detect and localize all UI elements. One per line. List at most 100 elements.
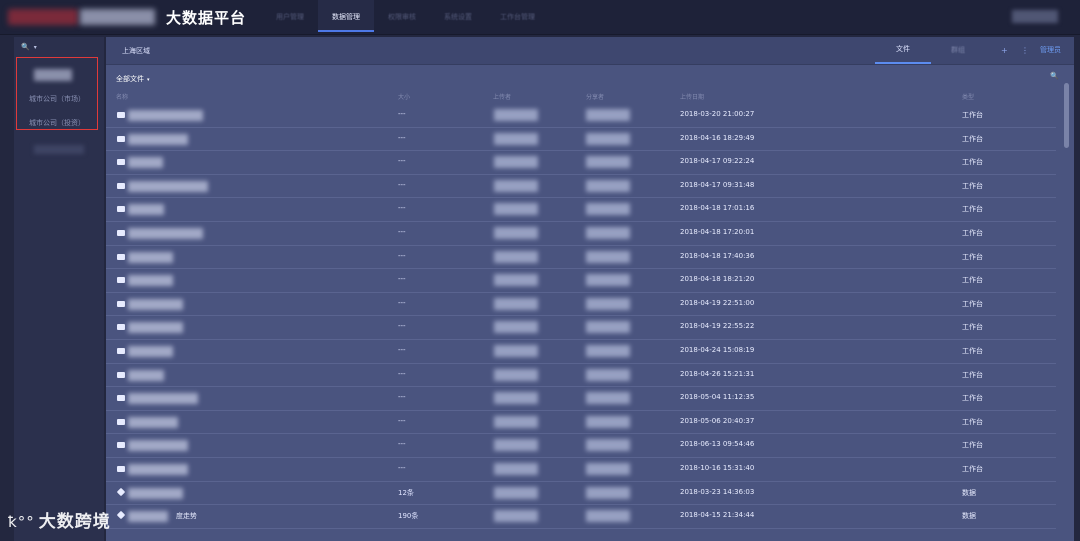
table-row[interactable]: --- 2018-05-04 11:12:35 工作台	[106, 386, 1056, 411]
file-name-redacted[interactable]	[128, 464, 188, 475]
sidebar-search[interactable]: 🔍 ▾	[21, 42, 37, 52]
file-name-redacted[interactable]	[128, 157, 163, 169]
uploader-redacted	[494, 297, 538, 310]
sharer-redacted	[586, 368, 630, 381]
uploader-redacted	[494, 439, 538, 452]
file-name-redacted[interactable]	[128, 275, 173, 287]
table-row[interactable]: --- 2018-04-17 09:22:24 工作台	[106, 150, 1056, 175]
table-row[interactable]: 12条 2018-03-23 14:36:03 数据	[106, 481, 1056, 506]
table-row[interactable]: --- 2018-04-19 22:55:22 工作台	[106, 315, 1056, 340]
table-row[interactable]: --- 2018-04-19 22:51:00 工作台	[106, 292, 1056, 317]
file-size: ---	[398, 110, 406, 118]
search-icon[interactable]: 🔍	[1050, 72, 1059, 80]
tab-groups[interactable]: 群组	[951, 37, 965, 64]
uploader-redacted	[494, 179, 538, 192]
file-size: ---	[398, 369, 406, 378]
scrollbar-track[interactable]	[1064, 83, 1069, 539]
sidebar-item-redacted-2[interactable]	[34, 145, 84, 154]
file-name-redacted[interactable]	[128, 110, 203, 121]
scrollbar-thumb[interactable]	[1064, 83, 1069, 148]
file-name-redacted[interactable]	[128, 346, 173, 357]
nav-permissions[interactable]: 权限审核	[374, 0, 430, 34]
nav-users[interactable]: 用户管理	[262, 0, 318, 34]
file-name-redacted[interactable]	[128, 393, 198, 405]
file-name-redacted[interactable]	[128, 487, 183, 499]
file-icon	[117, 277, 125, 284]
file-type: 工作台	[962, 347, 983, 355]
file-size: ---	[398, 228, 406, 236]
file-size: ---	[398, 204, 406, 213]
table-row[interactable]: --- 2018-04-18 18:21:20 工作台	[106, 268, 1056, 293]
column-header-type[interactable]: 类型	[962, 92, 974, 101]
table-row[interactable]: --- 2018-06-13 09:54:46 工作台	[106, 433, 1056, 458]
sharer-redacted	[586, 345, 630, 357]
sidebar-item-city-market[interactable]: 城市公司（市场）	[29, 94, 85, 104]
watermark-text: 大数跨境	[38, 512, 111, 532]
top-bar: 大数据平台 用户管理 数据管理 权限审核 系统设置 工作台管理	[0, 0, 1080, 35]
file-size: ---	[398, 251, 406, 260]
table-row[interactable]: --- 2018-04-16 18:29:49 工作台	[106, 127, 1056, 152]
file-name-redacted[interactable]	[128, 180, 208, 192]
file-name-redacted[interactable]	[128, 133, 188, 145]
admin-link[interactable]: 管理员	[1040, 37, 1061, 64]
file-name-redacted[interactable]	[128, 228, 203, 239]
nav-settings[interactable]: 系统设置	[430, 0, 486, 34]
table-row[interactable]: --- 2018-03-20 21:00:27 工作台	[106, 103, 1056, 128]
table-row[interactable]: --- 2018-04-17 09:31:48 工作台	[106, 174, 1056, 199]
dataset-icon	[116, 510, 126, 520]
column-header-size[interactable]: 大小	[398, 92, 410, 101]
more-icon[interactable]: ⋮	[1021, 37, 1029, 64]
nav-data-management[interactable]: 数据管理	[318, 0, 374, 32]
column-header-sharer[interactable]: 分享者	[586, 92, 604, 101]
file-name-redacted[interactable]	[128, 369, 164, 381]
user-menu[interactable]	[1012, 10, 1058, 23]
column-header-name[interactable]: 名称	[116, 92, 128, 101]
sharer-redacted	[586, 510, 630, 523]
column-header-uploader[interactable]: 上传者	[493, 92, 511, 101]
file-name-redacted[interactable]	[128, 298, 183, 310]
add-icon[interactable]: +	[1001, 37, 1008, 64]
file-name-redacted[interactable]	[128, 511, 168, 523]
file-name-redacted[interactable]	[128, 204, 164, 216]
uploader-redacted	[494, 109, 538, 121]
table-row[interactable]: --- 2018-05-06 20:40:37 工作台	[106, 410, 1056, 435]
file-icon	[117, 206, 125, 213]
file-name-redacted[interactable]	[128, 251, 173, 263]
file-icon	[117, 442, 125, 449]
sharer-redacted	[586, 203, 630, 216]
file-type: 工作台	[962, 276, 983, 285]
file-name-redacted[interactable]	[128, 416, 178, 428]
file-size: ---	[398, 180, 406, 189]
file-type: 工作台	[962, 417, 983, 426]
nav-workbench[interactable]: 工作台管理	[486, 0, 549, 34]
table-row[interactable]: 度走势 190条 2018-04-15 21:34:44 数据	[106, 504, 1056, 529]
table-row[interactable]: --- 2018-04-24 15:08:19 工作台	[106, 339, 1056, 364]
file-size: ---	[398, 157, 406, 166]
table-row[interactable]: --- 2018-04-26 15:21:31 工作台	[106, 363, 1056, 388]
tab-files[interactable]: 文件	[875, 37, 931, 64]
table-row[interactable]: --- 2018-10-16 15:31:40 工作台	[106, 457, 1056, 482]
sharer-redacted	[586, 439, 630, 452]
column-header-time[interactable]: 上传日期	[680, 92, 704, 101]
file-icon	[117, 253, 125, 260]
table-row[interactable]: --- 2018-04-18 17:01:16 工作台	[106, 197, 1056, 222]
file-icon	[117, 135, 125, 142]
table-row[interactable]: --- 2018-04-18 17:20:01 工作台	[106, 221, 1056, 246]
watermark-logo: ꝁ°°	[8, 513, 35, 531]
file-name-redacted[interactable]	[128, 322, 183, 334]
sidebar-item-redacted[interactable]	[34, 69, 72, 81]
file-type: 工作台	[962, 158, 983, 167]
file-icon	[117, 159, 125, 166]
file-type: 数据	[962, 488, 976, 497]
file-icon	[117, 182, 125, 189]
sidebar-item-city-invest[interactable]: 城市公司（投资）	[29, 118, 85, 128]
file-name[interactable]: 度走势	[176, 511, 197, 521]
platform-title: 大数据平台	[166, 9, 247, 27]
all-files-dropdown[interactable]: 全部文件 ▾	[116, 74, 150, 84]
upload-time: 2018-04-18 17:01:16	[680, 204, 755, 213]
file-type: 工作台	[962, 370, 983, 379]
file-size: 12条	[398, 488, 414, 497]
table-row[interactable]: --- 2018-04-18 17:40:36 工作台	[106, 245, 1056, 270]
upload-time: 2018-04-18 18:21:20	[680, 275, 755, 284]
file-name-redacted[interactable]	[128, 440, 188, 452]
